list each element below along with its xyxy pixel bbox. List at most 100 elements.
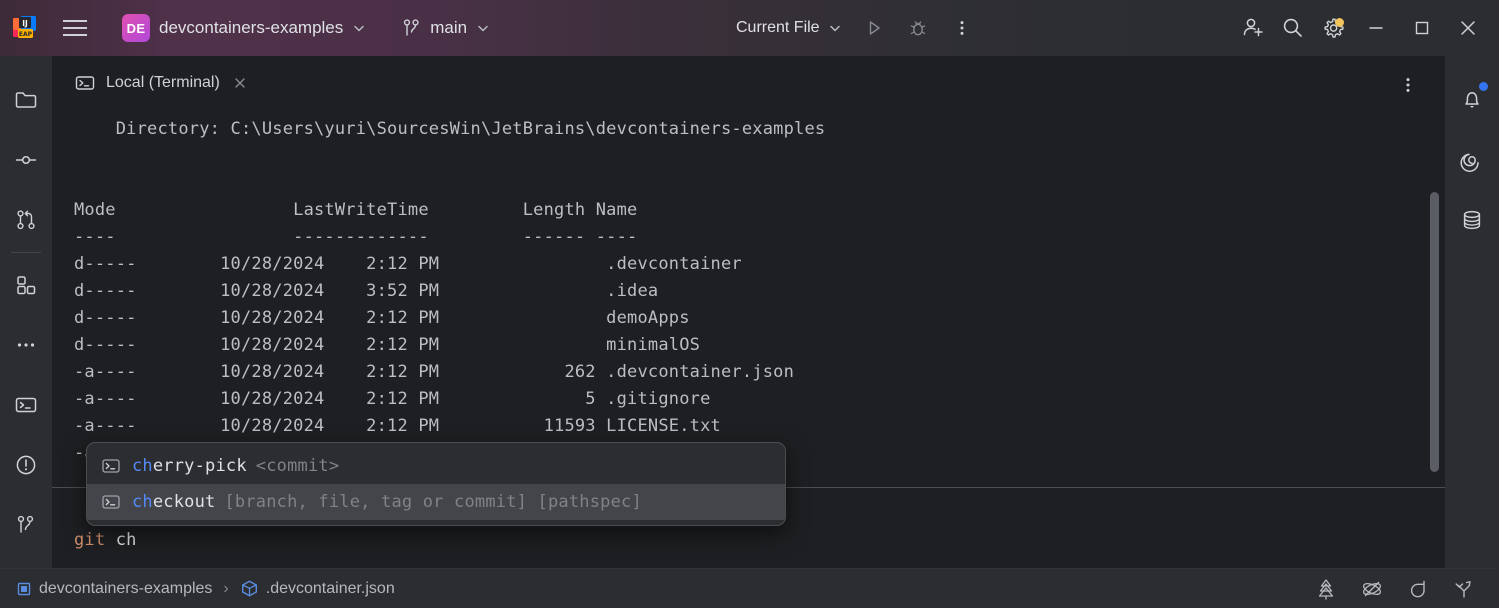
sidebar-item-ai-assistant[interactable] [1446, 130, 1498, 190]
project-selector[interactable]: DE devcontainers-examples [116, 10, 372, 46]
code-with-me-button[interactable] [1233, 8, 1273, 48]
project-folder-icon [13, 87, 39, 113]
breadcrumb-item-file[interactable]: .devcontainer.json [240, 579, 395, 598]
sidebar-divider [11, 252, 41, 253]
sidebar-item-more-tool-windows[interactable] [0, 315, 52, 375]
breadcrumb-item-module[interactable]: devcontainers-examples [16, 580, 212, 598]
more-actions-button[interactable] [942, 8, 982, 48]
terminal-output[interactable]: Directory: C:\Users\yuri\SourcesWin\JetB… [52, 112, 1445, 487]
svg-text:IJ: IJ [22, 19, 28, 28]
more-tool-windows-icon [13, 332, 39, 358]
notifications-bell-icon [1459, 87, 1485, 113]
maximize-button[interactable] [1399, 4, 1445, 52]
power-save-leaf-icon[interactable] [1405, 576, 1431, 602]
terminal-icon [101, 456, 121, 476]
breadcrumb-separator: › [223, 580, 228, 598]
terminal-icon [101, 492, 121, 512]
add-user-icon [1240, 15, 1266, 41]
intellij-idea-eap-logo-icon[interactable]: IJ EAP [10, 13, 40, 43]
commit-icon [13, 147, 39, 173]
notifications-badge [1479, 82, 1488, 91]
module-icon [16, 581, 32, 597]
autocomplete-match: ch [132, 456, 153, 476]
autocomplete-match: ch [132, 492, 153, 512]
sidebar-item-pull-requests[interactable] [0, 190, 52, 250]
breadcrumb: devcontainers-examples › .devcontainer.j… [16, 579, 395, 598]
terminal-tab-bar: Local (Terminal) [52, 56, 1445, 112]
terminal-options-button[interactable] [1393, 70, 1423, 100]
autocomplete-item-text: checkout [branch, file, tag or commit] [p… [132, 492, 642, 512]
run-configuration-selector[interactable]: Current File [728, 14, 850, 42]
breadcrumb-label: devcontainers-examples [39, 580, 212, 598]
terminal-scrollbar-thumb[interactable] [1430, 192, 1439, 472]
window-controls [1233, 4, 1491, 52]
project-badge: DE [122, 14, 150, 42]
git-branch-icon [402, 18, 421, 38]
autocomplete-name: erry-pick [153, 456, 247, 476]
sidebar-item-version-control[interactable] [0, 495, 52, 555]
run-button[interactable] [854, 8, 894, 48]
svg-text:EAP: EAP [19, 31, 33, 38]
status-bar: devcontainers-examples › .devcontainer.j… [0, 568, 1499, 608]
terminal-icon [74, 72, 96, 94]
close-button[interactable] [1445, 4, 1491, 52]
window-minimize-icon [1365, 17, 1387, 39]
ai-assistant-icon [1458, 146, 1486, 174]
status-bar-widgets [1313, 576, 1477, 602]
plugins-icon [13, 272, 39, 298]
terminal-tab-label: Local (Terminal) [106, 74, 220, 92]
window-close-icon [1456, 16, 1480, 40]
sidebar-item-notifications[interactable] [1446, 70, 1498, 130]
debug-button[interactable] [898, 8, 938, 48]
code-style-tree-icon[interactable] [1313, 576, 1339, 602]
sidebar-item-project[interactable] [0, 70, 52, 130]
close-icon[interactable] [230, 73, 250, 93]
pull-requests-icon [13, 207, 39, 233]
branch-name: main [430, 18, 467, 38]
terminal-autocomplete-popup[interactable]: cherry-pick <commit> checkout [branch, fil… [86, 442, 786, 526]
settings-button[interactable] [1313, 8, 1353, 48]
terminal-icon [13, 392, 39, 418]
title-bar: IJ EAP DE devcontainers-examples main [0, 0, 1499, 56]
run-play-icon [864, 18, 884, 38]
autocomplete-item-text: cherry-pick <commit> [132, 456, 339, 476]
autocomplete-name: eckout [153, 492, 216, 512]
more-vertical-icon [1398, 75, 1418, 95]
hamburger-menu-icon[interactable] [56, 9, 94, 47]
sidebar-item-plugins[interactable] [0, 255, 52, 315]
chevron-down-icon [352, 21, 366, 35]
left-tool-window-bar [0, 56, 52, 568]
right-tool-window-bar [1445, 56, 1499, 568]
project-name: devcontainers-examples [159, 18, 343, 38]
sidebar-item-database[interactable] [1446, 190, 1498, 250]
autocomplete-args: [branch, file, tag or commit] [pathspec] [224, 492, 641, 512]
terminal-tab-local[interactable]: Local (Terminal) [60, 56, 262, 110]
run-configuration-label: Current File [736, 19, 820, 37]
database-icon [1459, 207, 1485, 233]
terminal-prompt-line[interactable]: git ch [74, 528, 137, 552]
chevron-down-icon [476, 21, 490, 35]
more-vertical-icon [952, 18, 972, 38]
debug-bug-icon [907, 17, 929, 39]
autocomplete-item-checkout[interactable]: checkout [branch, file, tag or commit] [p… [87, 484, 785, 520]
git-branch-status-icon[interactable] [1451, 576, 1477, 602]
search-everywhere-button[interactable] [1273, 8, 1313, 48]
run-toolbar: Current File [728, 8, 982, 48]
prompt-command: git [74, 530, 105, 550]
sidebar-item-problems[interactable] [0, 435, 52, 495]
terminal-scrollbar[interactable] [1430, 112, 1441, 487]
breadcrumb-label: .devcontainer.json [266, 580, 395, 598]
sidebar-item-commit[interactable] [0, 130, 52, 190]
settings-update-badge [1335, 18, 1344, 27]
window-maximize-icon [1411, 17, 1433, 39]
problems-icon [13, 452, 39, 478]
minimize-button[interactable] [1353, 4, 1399, 52]
package-cube-icon [240, 579, 259, 598]
sidebar-item-terminal[interactable] [0, 375, 52, 435]
autocomplete-item-cherry-pick[interactable]: cherry-pick <commit> [87, 448, 785, 484]
prompt-args: ch [105, 530, 136, 550]
code-with-me-disabled-icon[interactable] [1359, 576, 1385, 602]
chevron-down-icon [828, 21, 842, 35]
autocomplete-args: <commit> [256, 456, 339, 476]
branch-selector[interactable]: main [396, 14, 496, 42]
